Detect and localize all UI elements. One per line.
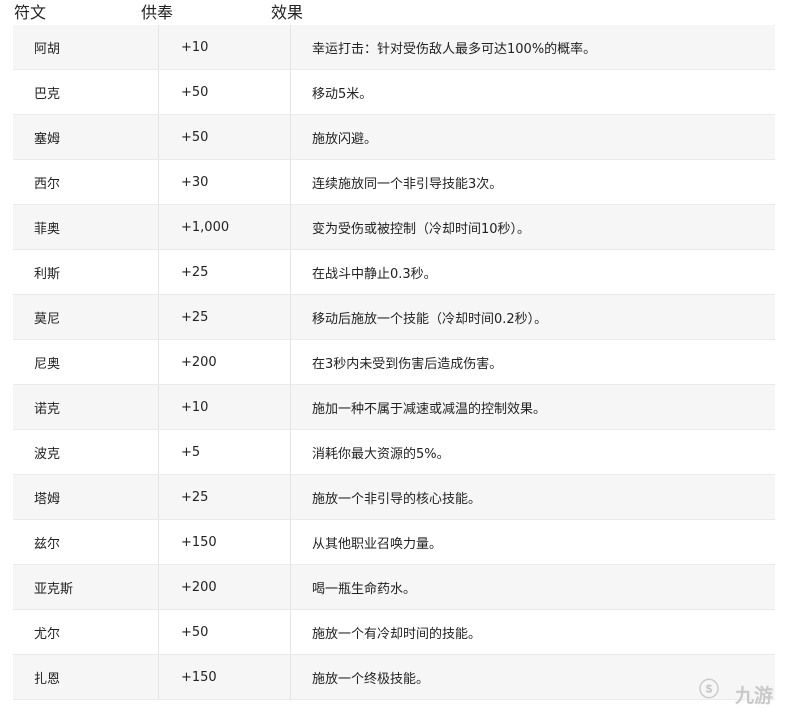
- rune-name-cell: 塔姆: [13, 474, 159, 520]
- rune-name-cell: 尼奥: [13, 339, 159, 385]
- rune-effect-cell: 施放一个非引导的核心技能。: [290, 474, 775, 520]
- rune-effect-cell: 在战斗中静止0.3秒。: [290, 249, 775, 295]
- table-row: 亚克斯 +200 喝一瓶生命药水。: [13, 564, 775, 610]
- header-rune: 符文: [14, 3, 47, 22]
- rune-name-cell: 诺克: [13, 384, 159, 430]
- table-row: 菲奥 +1,000 变为受伤或被控制（冷却时间10秒）。: [13, 204, 775, 250]
- rune-effect-cell: 施放一个有冷却时间的技能。: [290, 609, 775, 655]
- rune-effect-cell: 喝一瓶生命药水。: [290, 564, 775, 610]
- table-row: 诺克 +10 施加一种不属于减速或减温的控制效果。: [13, 384, 775, 430]
- table-row: 塞姆 +50 施放闪避。: [13, 114, 775, 160]
- rune-effect-cell: 从其他职业召唤力量。: [290, 519, 775, 565]
- watermark-logo: ⓢ 九游: [697, 673, 787, 713]
- rune-name-cell: 阿胡: [13, 25, 159, 70]
- table-header: 符文 供奉 效果: [0, 0, 791, 25]
- rune-offering-cell: +30: [158, 159, 291, 205]
- rune-name-cell: 菲奥: [13, 204, 159, 250]
- table-row: 塔姆 +25 施放一个非引导的核心技能。: [13, 474, 775, 520]
- table-row: 尤尔 +50 施放一个有冷却时间的技能。: [13, 609, 775, 655]
- rune-effect-cell: 连续施放同一个非引导技能3次。: [290, 159, 775, 205]
- rune-table-body: 阿胡 +10 幸运打击：针对受伤敌人最多可达100%的概率。 巴克 +50 移动5米。 塞姆…: [13, 25, 775, 700]
- rune-name-cell: 西尔: [13, 159, 159, 205]
- rune-offering-cell: +50: [158, 609, 291, 655]
- rune-offering-cell: +150: [158, 654, 291, 700]
- rune-offering-cell: +10: [158, 25, 291, 70]
- header-offering: 供奉: [141, 3, 174, 22]
- rune-name-cell: 亚克斯: [13, 564, 159, 610]
- rune-name-cell: 利斯: [13, 249, 159, 295]
- rune-effect-cell: 在3秒内未受到伤害后造成伤害。: [290, 339, 775, 385]
- rune-table: 阿胡 +10 幸运打击：针对受伤敌人最多可达100%的概率。 巴克 +50 移动5米。 塞姆…: [13, 25, 775, 700]
- rune-offering-cell: +200: [158, 564, 291, 610]
- watermark-text: 九游: [735, 685, 774, 707]
- rune-offering-cell: +200: [158, 339, 291, 385]
- rune-name-cell: 巴克: [13, 69, 159, 115]
- rune-offering-cell: +5: [158, 429, 291, 475]
- rune-offering-cell: +50: [158, 114, 291, 160]
- watermark-mark-icon: ⓢ: [699, 677, 719, 701]
- rune-effect-cell: 消耗你最大资源的5%。: [290, 429, 775, 475]
- table-row: 尼奥 +200 在3秒内未受到伤害后造成伤害。: [13, 339, 775, 385]
- table-row: 阿胡 +10 幸运打击：针对受伤敌人最多可达100%的概率。: [13, 25, 775, 70]
- rune-effect-cell: 幸运打击：针对受伤敌人最多可达100%的概率。: [290, 25, 775, 70]
- rune-offering-cell: +25: [158, 249, 291, 295]
- rune-name-cell: 尤尔: [13, 609, 159, 655]
- rune-effect-cell: 施放闪避。: [290, 114, 775, 160]
- rune-offering-cell: +150: [158, 519, 291, 565]
- rune-effect-cell: 移动后施放一个技能（冷却时间0.2秒）。: [290, 294, 775, 340]
- rune-effect-cell: 移动5米。: [290, 69, 775, 115]
- table-row: 波克 +5 消耗你最大资源的5%。: [13, 429, 775, 475]
- table-row: 莫尼 +25 移动后施放一个技能（冷却时间0.2秒）。: [13, 294, 775, 340]
- rune-name-cell: 扎恩: [13, 654, 159, 700]
- rune-offering-cell: +50: [158, 69, 291, 115]
- header-effect: 效果: [271, 3, 304, 22]
- rune-name-cell: 兹尔: [13, 519, 159, 565]
- table-row: 兹尔 +150 从其他职业召唤力量。: [13, 519, 775, 565]
- rune-name-cell: 塞姆: [13, 114, 159, 160]
- rune-effect-cell: 变为受伤或被控制（冷却时间10秒）。: [290, 204, 775, 250]
- rune-name-cell: 波克: [13, 429, 159, 475]
- rune-offering-cell: +25: [158, 294, 291, 340]
- table-row: 西尔 +30 连续施放同一个非引导技能3次。: [13, 159, 775, 205]
- rune-effect-cell: 施加一种不属于减速或减温的控制效果。: [290, 384, 775, 430]
- rune-offering-cell: +10: [158, 384, 291, 430]
- rune-offering-cell: +25: [158, 474, 291, 520]
- table-row: 巴克 +50 移动5米。: [13, 69, 775, 115]
- rune-name-cell: 莫尼: [13, 294, 159, 340]
- table-row: 利斯 +25 在战斗中静止0.3秒。: [13, 249, 775, 295]
- rune-offering-cell: +1,000: [158, 204, 291, 250]
- table-row: 扎恩 +150 施放一个终极技能。: [13, 654, 775, 700]
